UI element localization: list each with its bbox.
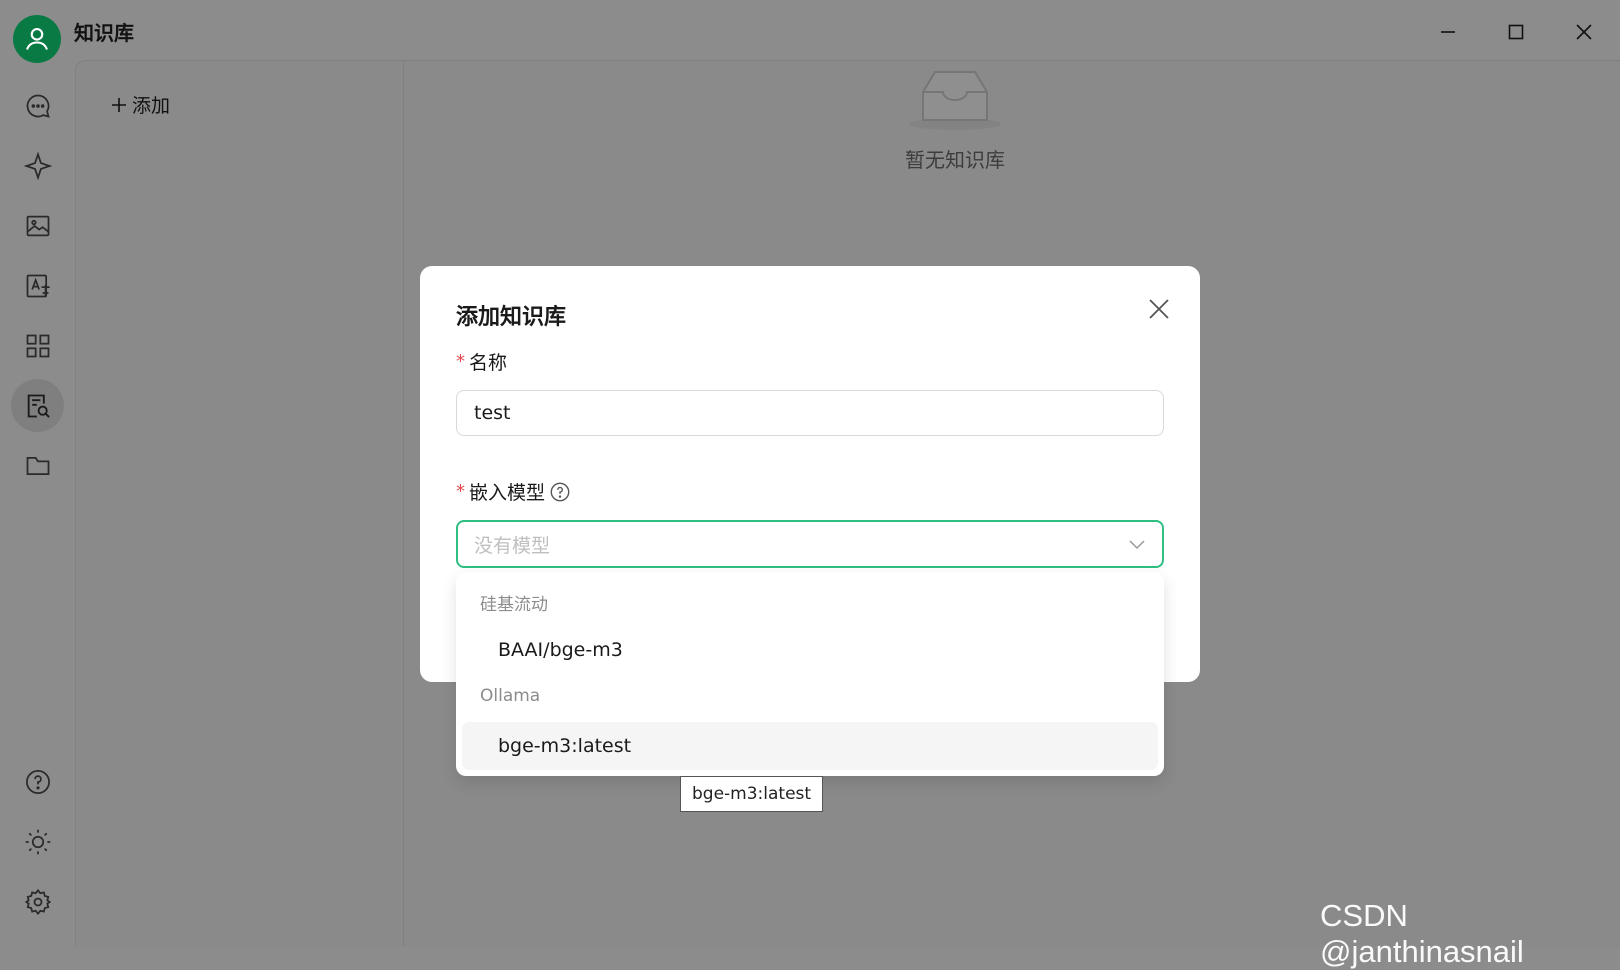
rail-settings[interactable] (16, 880, 60, 924)
image-icon (26, 215, 50, 237)
dialog-title: 添加知识库 (456, 305, 567, 330)
embed-field-label: * 嵌入模型 (456, 478, 571, 505)
embed-model-dropdown: 硅基流动 BAAI/bge-m3 Ollama bge-m3:latest (456, 572, 1164, 776)
question-circle-icon[interactable] (549, 481, 571, 503)
name-field-label: * 名称 (456, 348, 507, 375)
group-label-siliconflow: 硅基流动 (480, 595, 548, 615)
minimize-button[interactable] (1430, 14, 1466, 50)
title-bar: 知识库 (0, 0, 1620, 63)
rail-apps[interactable] (16, 324, 60, 368)
name-input[interactable] (456, 390, 1164, 436)
knowledge-list-pane: 添加 (76, 61, 404, 947)
window-close-button[interactable] (1566, 14, 1602, 50)
embed-label-text: 嵌入模型 (469, 482, 546, 504)
embed-model-select[interactable]: 没有模型 (456, 520, 1164, 568)
option-tooltip: bge-m3:latest (680, 776, 824, 812)
rail-theme[interactable] (16, 820, 60, 864)
chevron-down-icon (1129, 540, 1145, 550)
settings-gear-icon (24, 888, 52, 916)
empty-inbox-icon (909, 71, 1001, 130)
help-icon (26, 770, 50, 794)
plus-icon (112, 97, 126, 112)
option-baai-bge-m3[interactable]: BAAI/bge-m3 (462, 626, 1158, 674)
translate-icon (26, 274, 50, 298)
theme-sun-icon (25, 829, 51, 855)
rail-help[interactable] (16, 760, 60, 804)
sparkle-icon (24, 152, 52, 180)
user-icon (26, 28, 48, 50)
maximize-button[interactable] (1498, 14, 1534, 50)
required-mark: * (456, 481, 465, 502)
rail-agents[interactable] (16, 144, 60, 188)
rail-knowledge[interactable] (11, 379, 64, 432)
rail-files[interactable] (16, 444, 60, 488)
chat-icon (26, 94, 50, 118)
dialog-close-button[interactable] (1144, 294, 1174, 324)
rail-translate[interactable] (16, 264, 60, 308)
rail-images[interactable] (16, 204, 60, 248)
empty-state: 暂无知识库 (885, 66, 1025, 173)
close-icon (1576, 24, 1592, 40)
rail-chat[interactable] (16, 84, 60, 128)
empty-state-text: 暂无知识库 (905, 148, 1005, 172)
required-mark: * (456, 351, 465, 372)
knowledge-search-icon (27, 394, 50, 418)
folder-icon (26, 456, 50, 476)
user-avatar[interactable] (13, 15, 61, 63)
maximize-icon (1508, 24, 1524, 40)
embed-model-placeholder: 没有模型 (474, 534, 551, 557)
add-knowledge-button[interactable]: 添加 (110, 91, 170, 118)
app-title: 知识库 (74, 21, 134, 45)
minimize-icon (1441, 31, 1455, 33)
group-label-ollama: Ollama (480, 686, 541, 706)
option-bge-m3-latest[interactable]: bge-m3:latest (462, 722, 1158, 770)
watermark: CSDN @janthinasnail (1320, 898, 1524, 969)
add-knowledge-label: 添加 (132, 95, 171, 117)
close-icon (1149, 299, 1169, 319)
apps-grid-icon (26, 334, 50, 358)
name-label-text: 名称 (469, 352, 508, 374)
